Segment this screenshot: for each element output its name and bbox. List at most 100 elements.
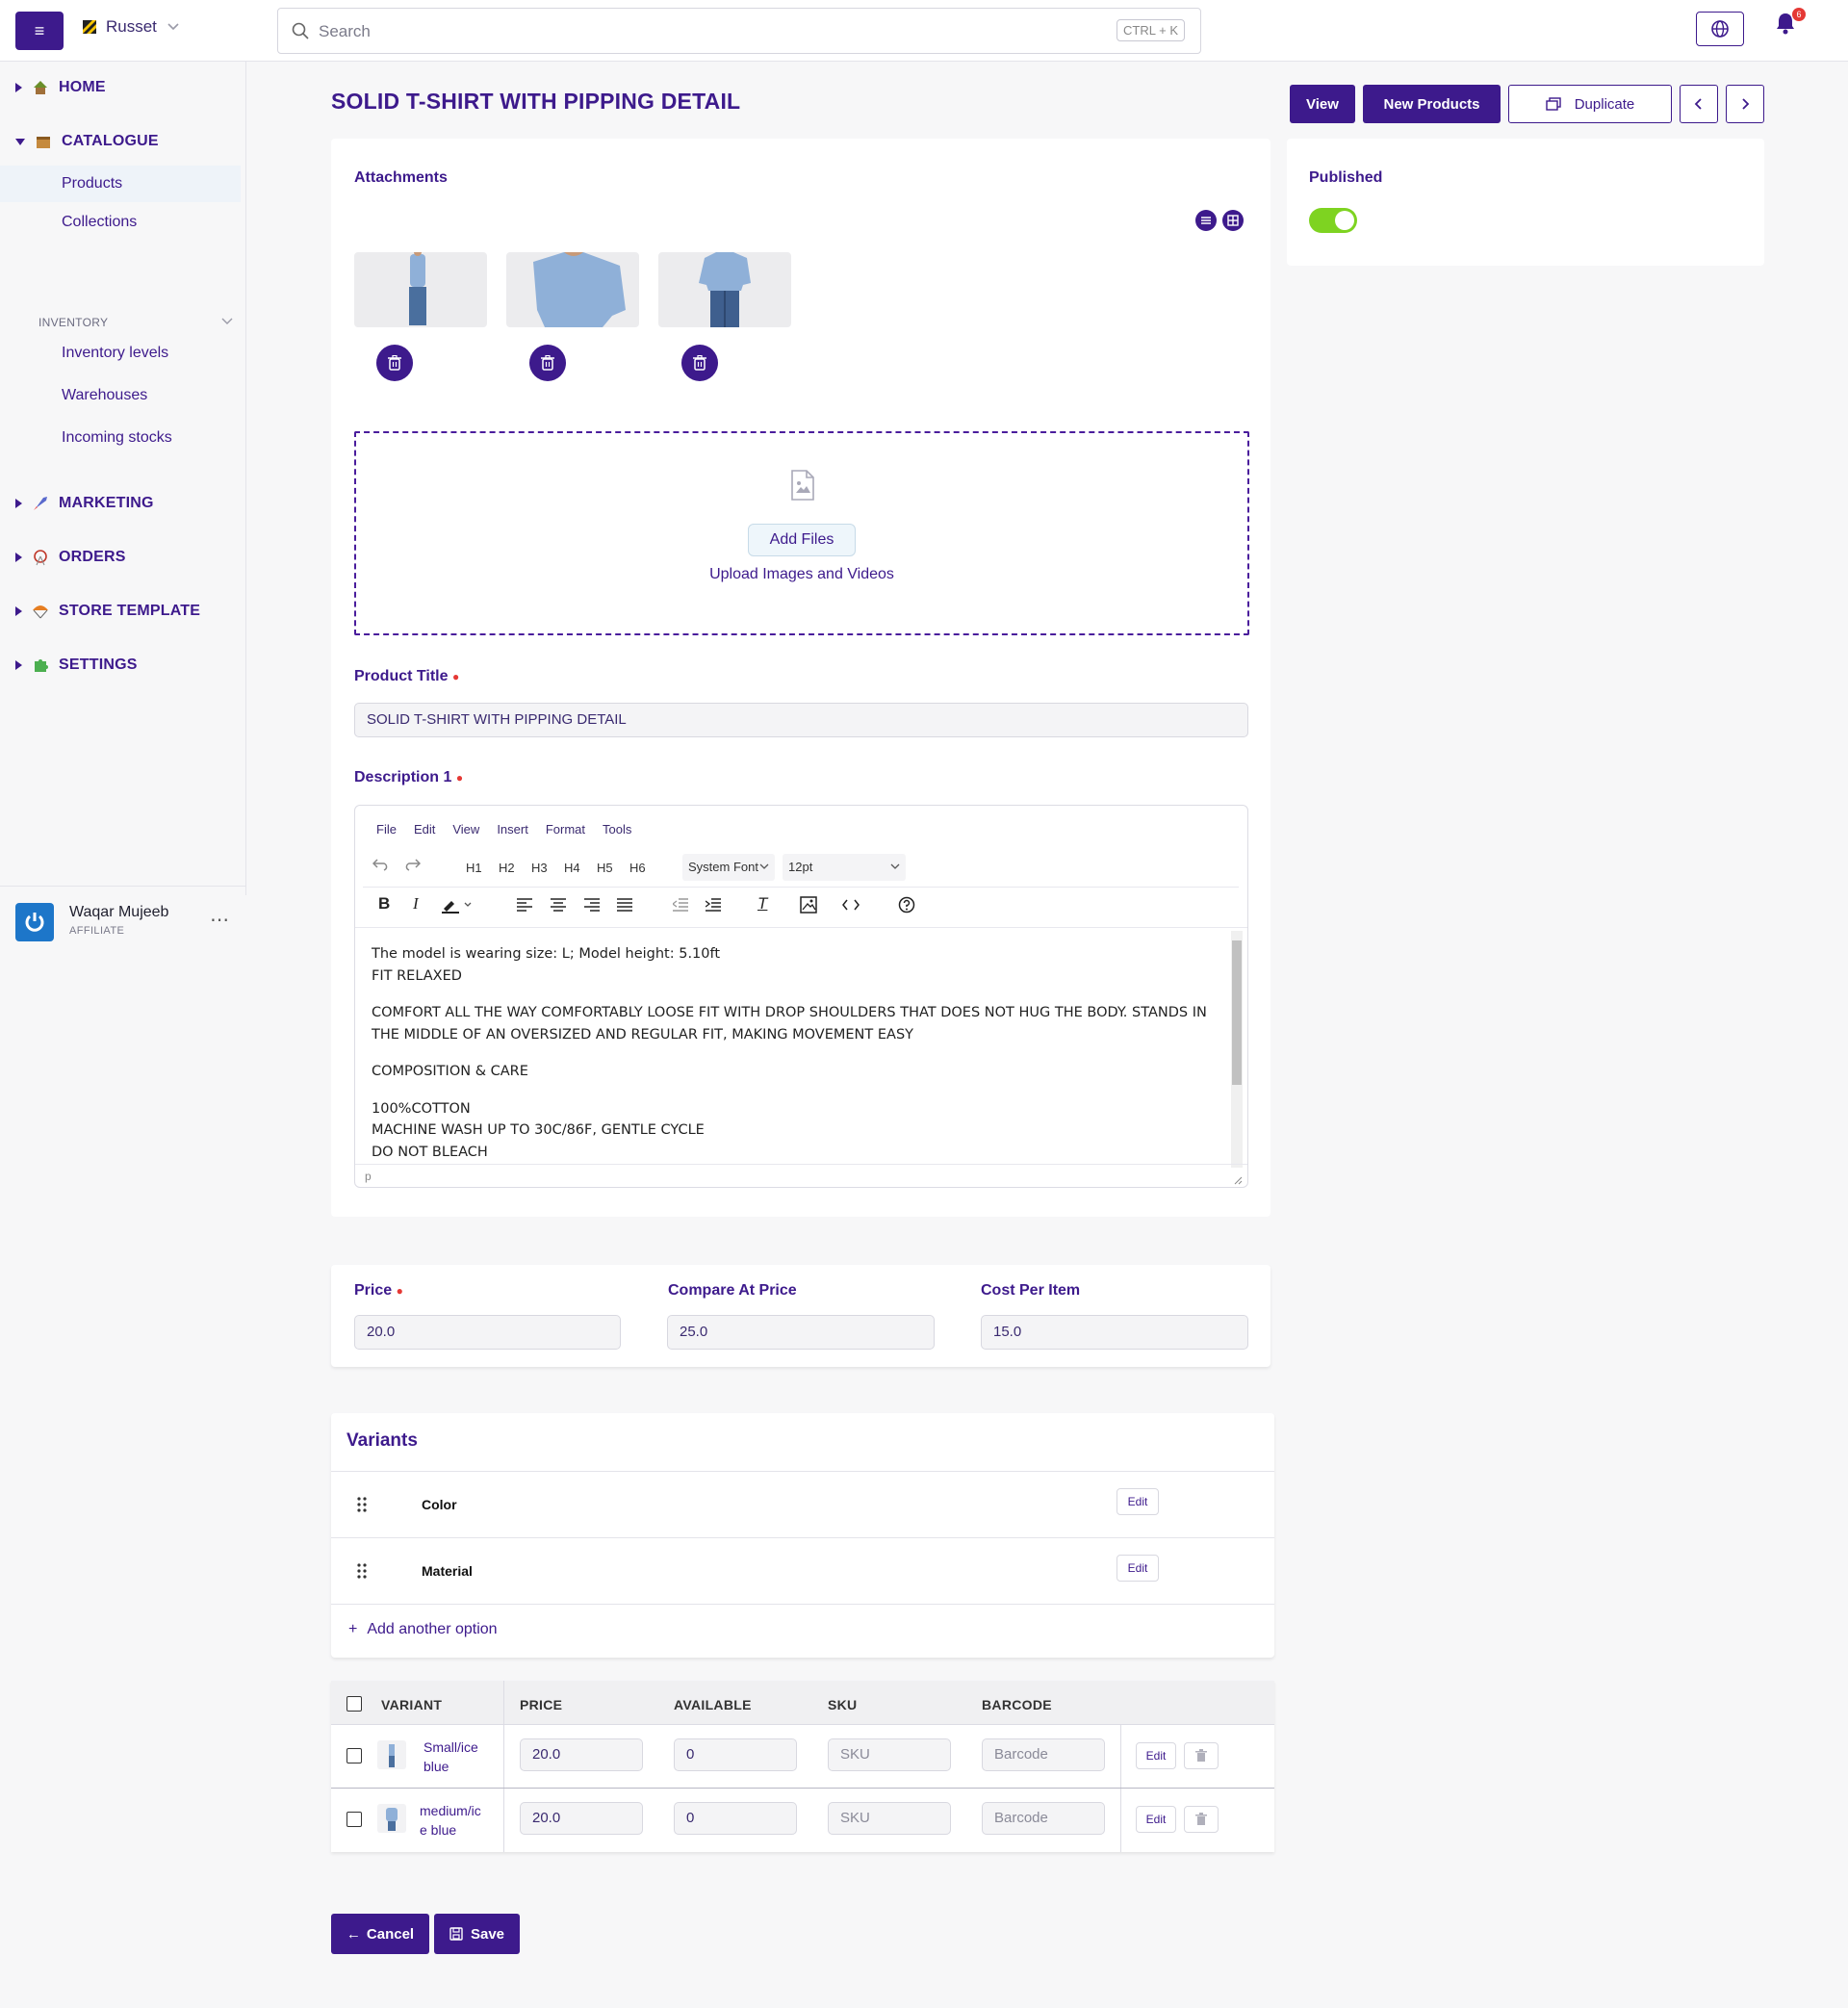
menu-tools[interactable]: Tools xyxy=(603,822,631,837)
undo-icon[interactable] xyxy=(372,858,390,871)
search-input[interactable]: Search CTRL + K xyxy=(277,8,1201,54)
indent-icon[interactable] xyxy=(706,898,721,912)
row-checkbox[interactable] xyxy=(346,1748,362,1763)
delete-attachment-button[interactable] xyxy=(529,345,566,381)
sidebar-item-home[interactable]: HOME xyxy=(15,79,106,96)
price-input[interactable]: 20.0 xyxy=(354,1315,621,1350)
editor-content[interactable]: The model is wearing size: L; Model heig… xyxy=(372,943,1215,1163)
heading-6-button[interactable]: H6 xyxy=(629,861,646,875)
user-profile[interactable]: Waqar Mujeeb AFFILIATE ⋯ xyxy=(0,886,246,957)
edit-option-button[interactable]: Edit xyxy=(1116,1555,1159,1582)
edit-variant-button[interactable]: Edit xyxy=(1136,1742,1176,1769)
attachment-thumbnail[interactable] xyxy=(506,252,639,327)
trash-icon xyxy=(541,355,554,371)
variant-name[interactable]: medium/ic e blue xyxy=(420,1801,481,1840)
save-button[interactable]: Save xyxy=(434,1914,520,1954)
variant-barcode-input[interactable]: Barcode xyxy=(982,1738,1105,1771)
sidebar-item-store-template[interactable]: STORE TEMPLATE xyxy=(15,603,200,620)
font-size-select[interactable]: 12pt xyxy=(783,854,906,881)
italic-icon[interactable]: I xyxy=(413,894,419,914)
align-center-icon[interactable] xyxy=(551,898,566,912)
sidebar-item-settings[interactable]: SETTINGS xyxy=(15,656,138,674)
variant-name[interactable]: Small/ice blue xyxy=(424,1738,478,1776)
variant-available-input[interactable]: 0 xyxy=(674,1738,797,1771)
duplicate-button[interactable]: Duplicate xyxy=(1508,85,1672,123)
redo-icon[interactable] xyxy=(403,858,421,871)
heading-4-button[interactable]: H4 xyxy=(564,861,580,875)
grid-view-toggle[interactable] xyxy=(1222,210,1244,231)
help-icon[interactable] xyxy=(898,896,915,914)
cost-per-item-input[interactable]: 15.0 xyxy=(981,1315,1248,1350)
attachment-thumbnail[interactable] xyxy=(658,252,791,327)
outdent-icon[interactable] xyxy=(673,898,688,912)
drag-handle-icon[interactable] xyxy=(357,1497,367,1512)
variant-available-input[interactable]: 0 xyxy=(674,1802,797,1835)
next-product-button[interactable] xyxy=(1726,85,1764,123)
add-files-button[interactable]: Add Files xyxy=(748,524,856,556)
delete-variant-button[interactable] xyxy=(1184,1806,1219,1833)
menu-edit[interactable]: Edit xyxy=(414,822,435,837)
source-code-icon[interactable] xyxy=(842,899,860,911)
align-justify-icon[interactable] xyxy=(617,898,632,912)
menu-format[interactable]: Format xyxy=(546,822,585,837)
heading-1-button[interactable]: H1 xyxy=(466,861,482,875)
sidebar-item-incoming-stocks[interactable]: Incoming stocks xyxy=(62,429,172,447)
published-toggle[interactable] xyxy=(1309,208,1357,233)
language-button[interactable] xyxy=(1696,12,1744,46)
bold-icon[interactable]: B xyxy=(378,894,390,914)
previous-product-button[interactable] xyxy=(1680,85,1718,123)
sidebar-item-inventory-levels[interactable]: Inventory levels xyxy=(62,345,168,362)
drag-handle-icon[interactable] xyxy=(357,1563,367,1579)
resize-handle-icon[interactable] xyxy=(1233,1175,1243,1185)
variant-price-input[interactable]: 20.0 xyxy=(520,1738,643,1771)
product-title-input[interactable]: SOLID T-SHIRT WITH PIPPING DETAIL xyxy=(354,703,1248,737)
compare-at-price-input[interactable]: 25.0 xyxy=(667,1315,935,1350)
hamburger-menu-button[interactable]: ≡ xyxy=(15,12,64,50)
highlight-color-icon[interactable] xyxy=(442,896,475,914)
font-size-value: 12pt xyxy=(788,860,813,874)
delete-attachment-button[interactable] xyxy=(376,345,413,381)
menu-view[interactable]: View xyxy=(452,822,479,837)
sidebar-item-catalogue[interactable]: CATALOGUE xyxy=(15,133,159,150)
sidebar-item-orders[interactable]: ORDERS xyxy=(15,549,126,566)
view-button[interactable]: View xyxy=(1290,85,1355,123)
sidebar-item-collections[interactable]: Collections xyxy=(62,214,137,231)
sidebar-item-warehouses[interactable]: Warehouses xyxy=(62,387,147,404)
new-products-button[interactable]: New Products xyxy=(1363,85,1501,123)
list-view-toggle[interactable] xyxy=(1195,210,1217,231)
sidebar-item-marketing[interactable]: MARKETING xyxy=(15,495,154,512)
variant-barcode-input[interactable]: Barcode xyxy=(982,1802,1105,1835)
cancel-button[interactable]: ← Cancel xyxy=(331,1914,429,1954)
insert-image-icon[interactable] xyxy=(800,896,817,914)
add-another-option-button[interactable]: + Add another option xyxy=(348,1621,498,1638)
store-switcher[interactable]: Russet xyxy=(83,17,180,37)
file-dropzone[interactable]: Add Files Upload Images and Videos xyxy=(354,431,1249,635)
chevron-down-icon[interactable] xyxy=(221,318,233,325)
delete-attachment-button[interactable] xyxy=(681,345,718,381)
sidebar-item-products[interactable]: Products xyxy=(0,166,241,202)
attachment-thumbnail[interactable] xyxy=(354,252,487,327)
heading-5-button[interactable]: H5 xyxy=(597,861,613,875)
editor-scrollbar[interactable] xyxy=(1231,931,1243,1168)
font-family-select[interactable]: System Font xyxy=(682,854,775,881)
more-options-icon[interactable]: ⋯ xyxy=(210,908,230,932)
variant-sku-input[interactable]: SKU xyxy=(828,1802,951,1835)
align-right-icon[interactable] xyxy=(584,898,600,912)
row-checkbox[interactable] xyxy=(346,1812,362,1827)
menu-insert[interactable]: Insert xyxy=(497,822,528,837)
menu-file[interactable]: File xyxy=(376,822,397,837)
edit-option-button[interactable]: Edit xyxy=(1116,1488,1159,1515)
variant-sku-input[interactable]: SKU xyxy=(828,1738,951,1771)
variant-price-input[interactable]: 20.0 xyxy=(520,1802,643,1835)
scrollbar-thumb[interactable] xyxy=(1232,940,1242,1085)
align-left-icon[interactable] xyxy=(517,898,532,912)
clear-formatting-icon[interactable]: T xyxy=(757,894,767,914)
select-all-checkbox[interactable] xyxy=(346,1696,362,1712)
sidebar-label-catalogue: CATALOGUE xyxy=(62,133,159,149)
edit-variant-button[interactable]: Edit xyxy=(1136,1806,1176,1833)
sidebar-section-inventory[interactable]: INVENTORY xyxy=(38,316,108,329)
chevron-left-icon xyxy=(1694,98,1702,110)
delete-variant-button[interactable] xyxy=(1184,1742,1219,1769)
heading-2-button[interactable]: H2 xyxy=(499,861,515,875)
heading-3-button[interactable]: H3 xyxy=(531,861,548,875)
